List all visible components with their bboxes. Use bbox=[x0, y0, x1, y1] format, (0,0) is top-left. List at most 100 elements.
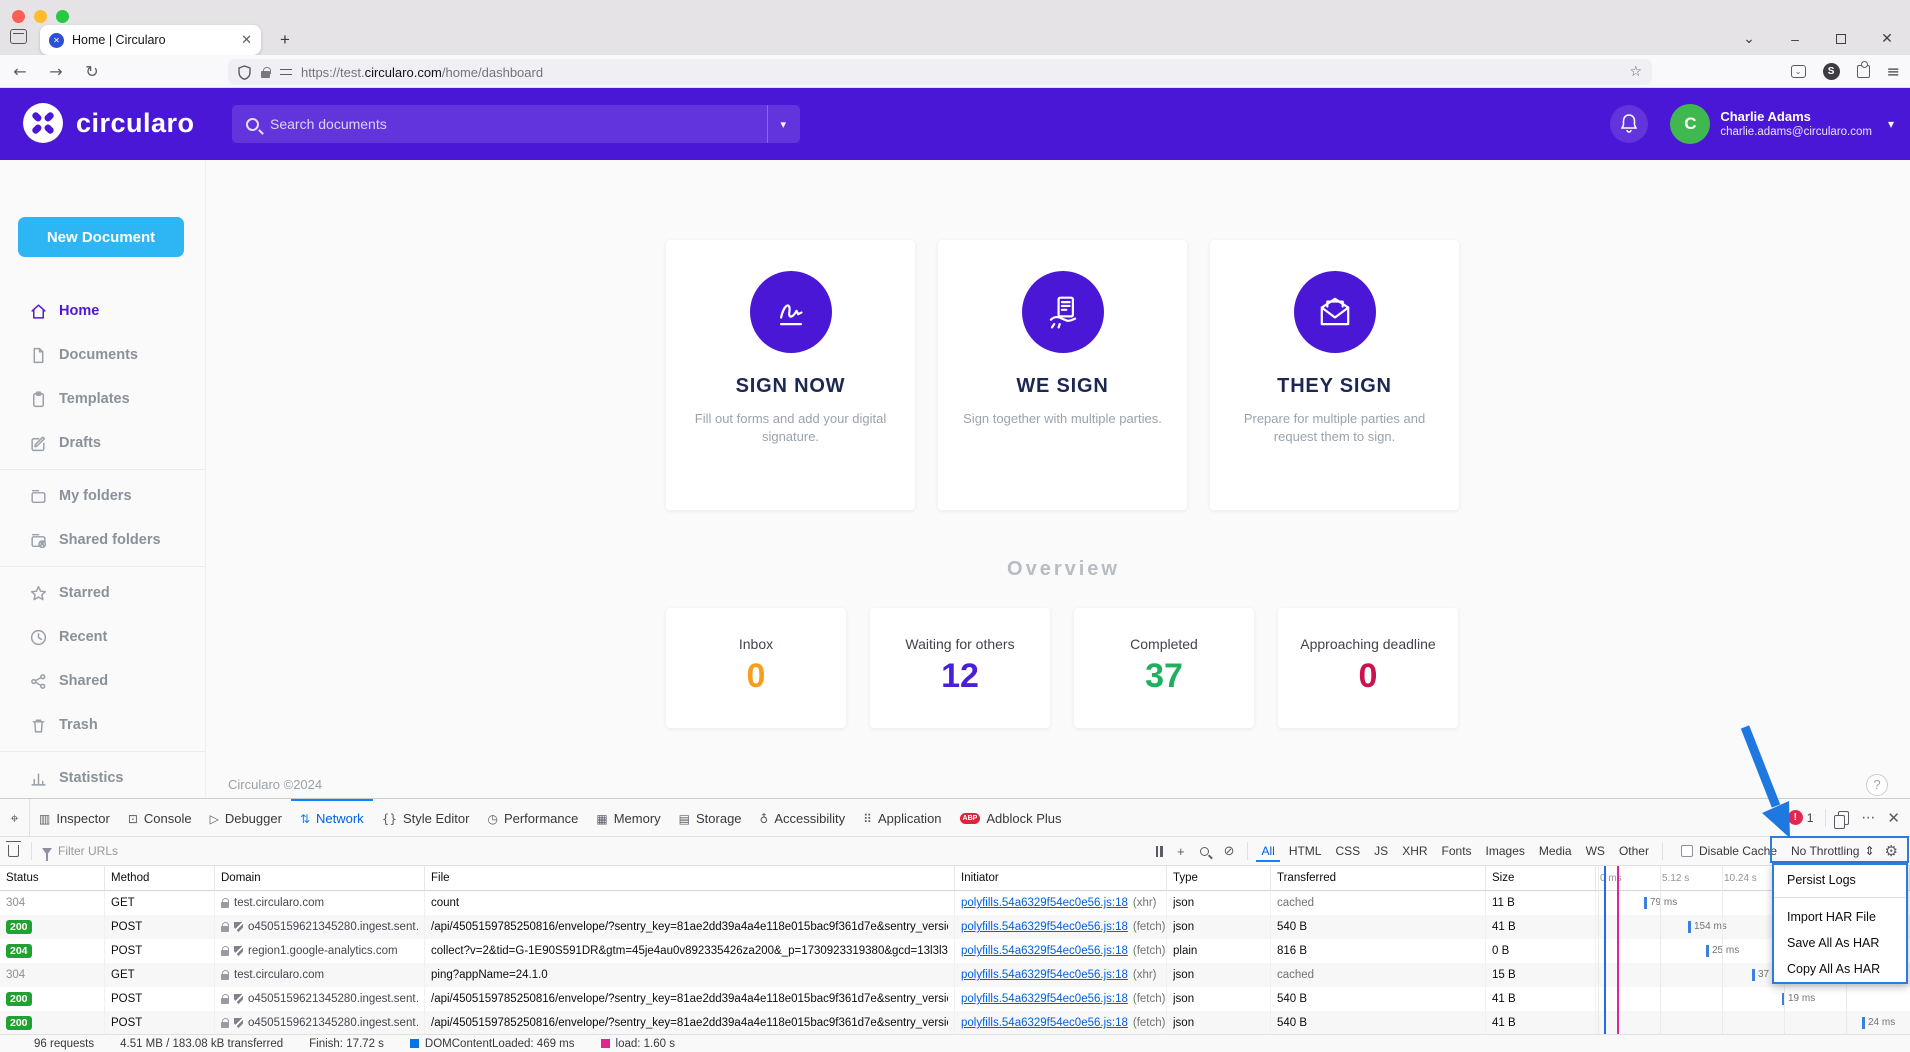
devtools-tab-performance[interactable]: ◷Performance bbox=[478, 799, 587, 836]
devtools-tab-memory[interactable]: ▦Memory bbox=[587, 799, 669, 836]
throttling-select[interactable]: No Throttling ⇕ bbox=[1791, 844, 1875, 858]
filter-pill-xhr[interactable]: XHR bbox=[1397, 842, 1432, 862]
network-settings-gear-icon[interactable]: ⚙ bbox=[1885, 842, 1898, 860]
devtools-tab-style-editor[interactable]: {}Style Editor bbox=[373, 799, 479, 836]
column-header-method[interactable]: Method bbox=[105, 866, 215, 890]
user-menu[interactable]: C Charlie Adams charlie.adams@circularo.… bbox=[1670, 104, 1894, 144]
initiator-link[interactable]: polyfills.54a6329f54ec0e56.js:18 bbox=[961, 915, 1128, 939]
filter-pill-css[interactable]: CSS bbox=[1330, 842, 1365, 862]
stat-card-inbox[interactable]: Inbox0 bbox=[666, 608, 846, 728]
filter-pill-media[interactable]: Media bbox=[1534, 842, 1577, 862]
search-input[interactable] bbox=[270, 116, 690, 132]
devtools-tab-network[interactable]: ⇅Network bbox=[291, 799, 373, 836]
column-header-domain[interactable]: Domain bbox=[215, 866, 425, 890]
url-bar[interactable]: https://test.circularo.com/home/dashboar… bbox=[228, 59, 1652, 85]
devtools-tab-application[interactable]: ⠿Application bbox=[854, 799, 950, 836]
search-requests-icon[interactable] bbox=[1200, 847, 1209, 856]
browser-tab[interactable]: ✕ Home | Circularo ✕ bbox=[40, 25, 261, 55]
filter-pill-html[interactable]: HTML bbox=[1284, 842, 1327, 862]
pause-recording-icon[interactable] bbox=[1156, 846, 1163, 857]
extension-s-icon[interactable]: S bbox=[1823, 63, 1840, 80]
disable-cache-label[interactable]: Disable Cache bbox=[1699, 844, 1777, 858]
tracking-shield-icon[interactable] bbox=[238, 65, 251, 80]
zoom-traffic-light[interactable] bbox=[56, 10, 69, 23]
sidebar-item-shared-folders[interactable]: Shared folders bbox=[0, 518, 206, 562]
restore-icon[interactable] bbox=[1818, 31, 1864, 47]
extensions-puzzle-icon[interactable] bbox=[1857, 65, 1870, 78]
column-header-size[interactable]: Size bbox=[1486, 866, 1596, 890]
forward-icon[interactable]: → bbox=[42, 55, 70, 88]
initiator-link[interactable]: polyfills.54a6329f54ec0e56.js:18 bbox=[961, 987, 1128, 1011]
responsive-design-icon[interactable] bbox=[1838, 811, 1849, 825]
devtools-tab-storage[interactable]: ▤Storage bbox=[670, 799, 751, 836]
stat-card-completed[interactable]: Completed37 bbox=[1074, 608, 1254, 728]
new-tab-button[interactable]: + bbox=[272, 27, 298, 53]
help-button[interactable]: ? bbox=[1866, 774, 1888, 796]
permissions-icon[interactable] bbox=[280, 67, 292, 77]
request-row[interactable]: 200POSTo4505159621345280.ingest.sent…/ap… bbox=[0, 987, 1910, 1011]
sidebar-item-my-folders[interactable]: My folders bbox=[0, 474, 206, 518]
request-row[interactable]: 200POSTo4505159621345280.ingest.sent…/ap… bbox=[0, 915, 1910, 939]
filter-pill-js[interactable]: JS bbox=[1369, 842, 1393, 862]
brand[interactable]: circularo bbox=[22, 102, 195, 144]
sidebar-item-home[interactable]: Home bbox=[0, 289, 206, 333]
menu-item-import-har-file[interactable]: Import HAR File bbox=[1774, 904, 1906, 930]
close-window-icon[interactable]: ✕ bbox=[1864, 31, 1910, 47]
close-traffic-light[interactable] bbox=[12, 10, 25, 23]
column-header-type[interactable]: Type bbox=[1167, 866, 1271, 890]
initiator-link[interactable]: polyfills.54a6329f54ec0e56.js:18 bbox=[961, 963, 1128, 987]
filter-pill-images[interactable]: Images bbox=[1481, 842, 1530, 862]
menu-item-persist-logs[interactable]: Persist Logs bbox=[1774, 865, 1906, 895]
reload-icon[interactable]: ↻ bbox=[78, 55, 106, 88]
url-text[interactable]: https://test.circularo.com/home/dashboar… bbox=[301, 65, 543, 80]
disable-cache-checkbox[interactable] bbox=[1681, 845, 1693, 857]
devtools-tab-inspector[interactable]: ▥Inspector bbox=[30, 799, 119, 836]
action-card-they-sign[interactable]: THEY SIGNPrepare for multiple parties an… bbox=[1210, 240, 1459, 510]
action-card-sign-now[interactable]: SIGN NOWFill out forms and add your digi… bbox=[666, 240, 915, 510]
minimize-traffic-light[interactable] bbox=[34, 10, 47, 23]
request-count[interactable]: 96 requests bbox=[34, 1038, 94, 1050]
column-header-transferred[interactable]: Transferred bbox=[1271, 866, 1486, 890]
pick-element-icon[interactable]: ⌖ bbox=[0, 799, 30, 836]
sidebar-item-templates[interactable]: Templates bbox=[0, 377, 206, 421]
column-header-file[interactable]: File bbox=[425, 866, 955, 890]
extension-card-icon[interactable]: ⌄ bbox=[1791, 65, 1806, 78]
sidebar-item-trash[interactable]: Trash bbox=[0, 703, 206, 747]
request-row[interactable]: 304GETtest.circularo.comping?appName=24.… bbox=[0, 963, 1910, 987]
new-document-button[interactable]: New Document bbox=[18, 217, 184, 257]
sidebar-item-recent[interactable]: Recent bbox=[0, 615, 206, 659]
devtools-tab-adblock-plus[interactable]: ABPAdblock Plus bbox=[951, 799, 1071, 836]
back-icon[interactable]: ← bbox=[6, 55, 34, 88]
minimize-icon[interactable]: – bbox=[1772, 31, 1818, 47]
devtools-tab-debugger[interactable]: ▷Debugger bbox=[201, 799, 291, 836]
action-card-we-sign[interactable]: WE SIGNSign together with multiple parti… bbox=[938, 240, 1187, 510]
sidebar-item-drafts[interactable]: Drafts bbox=[0, 421, 206, 465]
request-row[interactable]: 304GETtest.circularo.comcountpolyfills.5… bbox=[0, 891, 1910, 915]
initiator-link[interactable]: polyfills.54a6329f54ec0e56.js:18 bbox=[961, 939, 1128, 963]
block-requests-icon[interactable]: ⊘ bbox=[1224, 844, 1235, 859]
clear-requests-icon[interactable] bbox=[8, 845, 19, 857]
error-count-badge[interactable]: !1 bbox=[1788, 810, 1814, 825]
search-bar[interactable]: ▾ bbox=[232, 105, 800, 143]
menu-item-save-all-as-har[interactable]: Save All As HAR bbox=[1774, 930, 1906, 956]
tab-close-icon[interactable]: ✕ bbox=[241, 33, 252, 48]
filter-pill-fonts[interactable]: Fonts bbox=[1437, 842, 1477, 862]
add-request-icon[interactable]: + bbox=[1177, 844, 1185, 859]
column-header-status[interactable]: Status bbox=[0, 866, 105, 890]
column-header-initiator[interactable]: Initiator bbox=[955, 866, 1167, 890]
stat-card-approaching-deadline[interactable]: Approaching deadline0 bbox=[1278, 608, 1458, 728]
devtools-tab-console[interactable]: ⊡Console bbox=[119, 799, 201, 836]
sidebar-item-documents[interactable]: Documents bbox=[0, 333, 206, 377]
filter-pill-all[interactable]: All bbox=[1256, 842, 1279, 862]
notifications-button[interactable] bbox=[1610, 105, 1648, 143]
stat-card-waiting-for-others[interactable]: Waiting for others12 bbox=[870, 608, 1050, 728]
menu-item-copy-all-as-har[interactable]: Copy All As HAR bbox=[1774, 956, 1906, 982]
request-row[interactable]: 204POSTregion1.google-analytics.comcolle… bbox=[0, 939, 1910, 963]
filter-pill-other[interactable]: Other bbox=[1614, 842, 1654, 862]
filter-pill-ws[interactable]: WS bbox=[1581, 842, 1610, 862]
sidebar-item-statistics[interactable]: Statistics bbox=[0, 756, 206, 798]
devtools-menu-icon[interactable]: ⋯ bbox=[1861, 810, 1875, 826]
list-tabs-icon[interactable]: ⌄ bbox=[1726, 31, 1772, 47]
request-row[interactable]: 200POSTo4505159621345280.ingest.sent…/ap… bbox=[0, 1011, 1910, 1035]
devtools-tab-accessibility[interactable]: ♁Accessibility bbox=[751, 799, 855, 836]
